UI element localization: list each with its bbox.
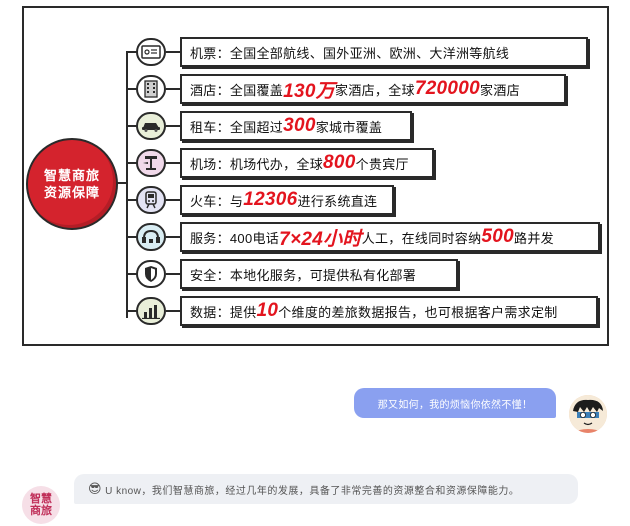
car-icon (136, 112, 166, 140)
train-icon (136, 186, 166, 214)
user-avatar[interactable] (569, 395, 607, 433)
user-message-text: 那又如何，我的烦恼你依然不懂！ (377, 399, 533, 411)
resource-box: 酒店：全国覆盖 130万 家酒店，全球 720000 家酒店 (180, 74, 566, 104)
resource-text: 进行系统直连 (297, 193, 378, 209)
resource-text: 家酒店 (480, 82, 520, 98)
row-connector (166, 310, 180, 312)
highlight-number: 800 (323, 152, 356, 173)
user-message-bubble: 那又如何，我的烦恼你依然不懂！ (354, 388, 556, 418)
resource-row-car: 租车：全国超过 300 家城市覆盖 (126, 111, 602, 141)
sunglasses-emoji-icon: 😎 (88, 481, 103, 496)
resource-row-ticket: 机票：全国全部航线、国外亚洲、欧洲、大洋洲等航线 (126, 37, 602, 67)
bot-message-bubble: 😎 U know，我们智慧商旅，经过几年的发展，具备了非常完善的资源整合和资源保… (74, 474, 578, 504)
resource-text: 租车：全国超过 (190, 119, 284, 135)
highlight-number: 12306 (243, 189, 298, 210)
resource-text: 个维度的差旅数据报告，也可根据客户需求定制 (278, 304, 558, 320)
resource-text: 服务：400电话 (190, 230, 280, 246)
bar-chart-icon (136, 297, 166, 325)
highlight-number: 7×24小时 (279, 228, 362, 250)
highlight-number: 500 (481, 226, 515, 247)
resource-box: 机票：全国全部航线、国外亚洲、欧洲、大洋洲等航线 (180, 37, 588, 67)
hub-title-line2: 资源保障 (43, 185, 100, 200)
resource-text: 机票：全国全部航线、国外亚洲、欧洲、大洋洲等航线 (190, 45, 510, 61)
row-connector (166, 236, 180, 238)
resource-text: 个贵宾厅 (355, 156, 409, 172)
highlight-number: 10 (256, 300, 279, 321)
row-connector (166, 199, 180, 201)
resource-box: 服务：400电话 7×24小时 人工，在线同时容纳 500 路并发 (180, 222, 600, 252)
resource-row-service: 服务：400电话 7×24小时 人工，在线同时容纳 500 路并发 (126, 222, 602, 252)
resource-row-train: 火车：与 12306 进行系统直连 (126, 185, 602, 215)
resource-text: 数据：提供 (190, 304, 257, 320)
hub-circle: 智慧商旅 资源保障 (26, 138, 118, 230)
row-connector (166, 162, 180, 164)
bot-avatar-text: 智慧 (30, 493, 52, 505)
bot-avatar[interactable]: 智慧 商旅 (22, 486, 60, 524)
resource-text: 家酒店，全球 (335, 82, 415, 98)
hotel-icon (136, 75, 166, 103)
row-connector (166, 51, 180, 53)
resource-text: 人工，在线同时容纳 (361, 230, 482, 246)
resource-box: 数据：提供 10 个维度的差旅数据报告，也可根据客户需求定制 (180, 296, 598, 326)
highlight-number: 130万 (283, 80, 336, 102)
hub-title-line1: 智慧商旅 (43, 168, 100, 183)
resource-text: 火车：与 (190, 193, 244, 209)
resource-row-data: 数据：提供 10 个维度的差旅数据报告，也可根据客户需求定制 (126, 296, 602, 326)
airport-icon (136, 149, 166, 177)
row-connector (166, 88, 180, 90)
highlight-number: 300 (283, 115, 316, 136)
resource-box: 火车：与 12306 进行系统直连 (180, 185, 394, 215)
highlight-number: 720000 (414, 78, 481, 99)
resource-row-airport: 机场：机场代办，全球 800 个贵宾厅 (126, 148, 602, 178)
resource-row-hotel: 酒店：全国覆盖 130万 家酒店，全球 720000 家酒店 (126, 74, 602, 104)
ticket-icon (136, 38, 166, 66)
resource-text: 家城市覆盖 (315, 119, 383, 135)
bot-avatar-text: 商旅 (30, 505, 52, 517)
resource-text: 路并发 (514, 230, 554, 246)
service-icon (136, 223, 166, 251)
row-connector (166, 273, 180, 275)
resource-row-security: 安全：本地化服务，可提供私有化部署 (126, 259, 602, 289)
resource-box: 安全：本地化服务，可提供私有化部署 (180, 259, 458, 289)
resource-box: 租车：全国超过 300 家城市覆盖 (180, 111, 412, 141)
infographic-card: 智慧商旅 资源保障 机票：全国全部航线、国外亚洲、欧洲、大洋洲等航线 酒店：全国… (22, 6, 609, 346)
resource-text: 机场：机场代办，全球 (190, 156, 324, 172)
resource-box: 机场：机场代办，全球 800 个贵宾厅 (180, 148, 434, 178)
resource-text: 安全：本地化服务，可提供私有化部署 (190, 267, 417, 283)
shield-icon (136, 260, 166, 288)
bot-message-text: U know，我们智慧商旅，经过几年的发展，具备了非常完善的资源整合和资源保障能… (105, 485, 520, 497)
row-connector (166, 125, 180, 127)
resource-text: 酒店：全国覆盖 (190, 82, 284, 98)
